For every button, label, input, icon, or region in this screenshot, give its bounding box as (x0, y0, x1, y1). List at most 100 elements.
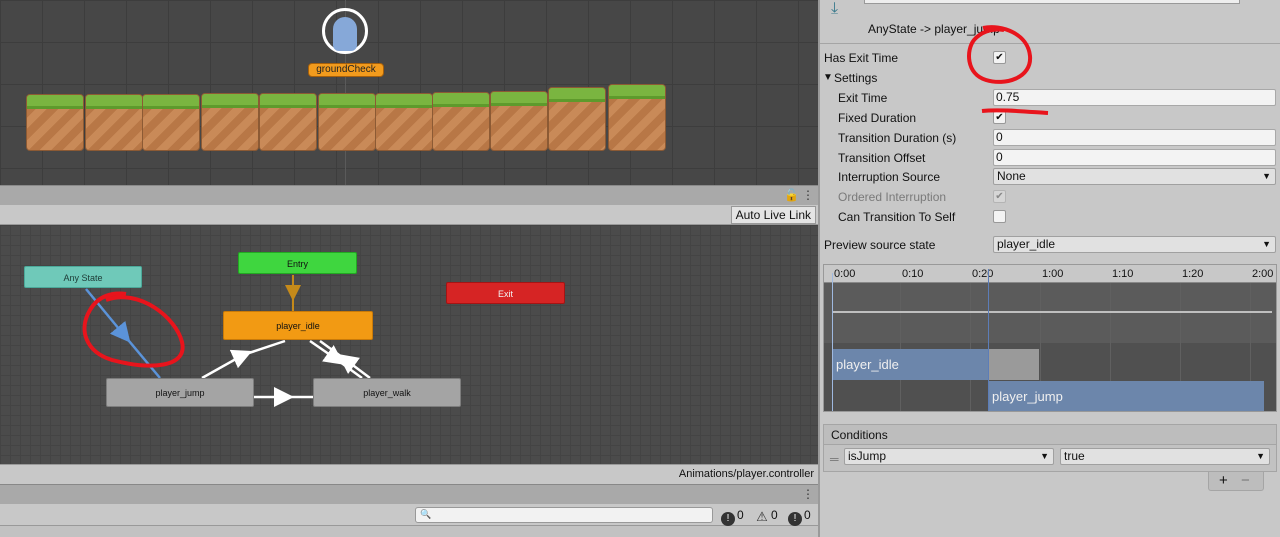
ground-tile[interactable] (548, 87, 606, 151)
dropdown-arrow-icon: ▼ (1256, 451, 1265, 461)
dropdown-arrow-icon: ▼ (1040, 451, 1049, 461)
ground-tile[interactable] (432, 92, 490, 151)
preview-source-state-dropdown[interactable]: player_idle ▼ (993, 236, 1276, 253)
ground-tile[interactable] (608, 84, 666, 151)
tick-label: 1:20 (1182, 268, 1204, 280)
timeline-gridline (900, 283, 901, 411)
auto-live-link-button[interactable]: Auto Live Link (730, 206, 816, 224)
transition-name-field[interactable] (864, 0, 1240, 4)
warning-icon: ⚠ (756, 509, 768, 524)
info-count-toggle[interactable]: ! 0 (788, 506, 811, 526)
transition-duration-input[interactable]: 0 (993, 129, 1276, 146)
tile-grass (202, 94, 258, 108)
transition-offset-label: Transition Offset (838, 151, 926, 165)
inspector-panel: ⤓ AnyState -> player_jump Has Exit Time … (820, 0, 1280, 537)
jump-to-idle-transition[interactable] (201, 339, 286, 380)
ground-tile[interactable] (201, 93, 259, 151)
transition-offset-row: Transition Offset 0 (820, 148, 1280, 168)
lock-icon[interactable]: 🔓 (784, 188, 799, 202)
exit-time-input[interactable]: 0.75 (993, 89, 1276, 106)
state-entry[interactable]: Entry (238, 252, 357, 274)
animator-graph[interactable]: Any State Entry Exit player_idle player_… (0, 225, 818, 464)
transition-timeline[interactable]: 0:00 0:10 0:20 1:00 1:10 1:20 2:00 playe… (823, 264, 1277, 412)
transition-icon: ⤓ (831, 0, 839, 17)
state-player-jump[interactable]: player_jump (106, 378, 254, 407)
destination-clip[interactable]: player_jump (988, 381, 1264, 411)
tile-grass (319, 94, 375, 108)
fixed-duration-row: Fixed Duration ✔ (820, 108, 1280, 128)
has-exit-time-row: Has Exit Time ✔ (820, 48, 1280, 68)
info-count: 0 (804, 508, 811, 522)
interruption-source-dropdown[interactable]: None ▼ (993, 168, 1276, 185)
walk-to-idle-transition[interactable] (319, 339, 371, 379)
more-menu-icon[interactable]: ⋮ (802, 188, 814, 202)
source-clip[interactable]: player_idle (832, 349, 988, 380)
animator-footer: Animations/player.controller (0, 464, 818, 484)
transition-offset-input[interactable]: 0 (993, 149, 1276, 166)
settings-foldout[interactable]: ▼ Settings (820, 68, 1280, 88)
conditions-add-remove: + − (1208, 472, 1264, 491)
has-exit-time-checkbox[interactable]: ✔ (993, 51, 1006, 64)
drag-handle-icon[interactable]: ═ (830, 452, 839, 466)
tile-grass (143, 95, 199, 109)
preview-source-state-value: player_idle (997, 237, 1056, 251)
transition-overlap[interactable] (988, 349, 1039, 380)
tile-grass (609, 85, 665, 99)
fixed-duration-checkbox[interactable]: ✔ (993, 111, 1006, 124)
has-exit-time-label: Has Exit Time (824, 51, 899, 65)
console-log-area[interactable] (0, 526, 818, 537)
exit-time-marker[interactable] (988, 269, 989, 411)
transition-duration-label: Transition Duration (s) (838, 131, 957, 145)
state-exit[interactable]: Exit (446, 282, 565, 304)
timeline-ruler[interactable]: 0:00 0:10 0:20 1:00 1:10 1:20 2:00 (824, 265, 1276, 283)
tile-grass (260, 94, 316, 108)
tick-label: 2:00 (1252, 268, 1274, 280)
tick-label: 0:00 (834, 268, 856, 280)
ordered-interruption-checkbox: ✔ (993, 190, 1006, 203)
interruption-source-label: Interruption Source (838, 170, 941, 184)
state-any-state[interactable]: Any State (24, 266, 142, 288)
more-menu-icon[interactable]: ⋮ (802, 487, 814, 501)
tile-grass (376, 94, 432, 108)
exit-time-row: Exit Time 0.75 (820, 88, 1280, 108)
condition-parameter-value: isJump (848, 449, 887, 463)
playhead[interactable] (832, 273, 833, 411)
scene-view[interactable]: groundCheck (0, 0, 818, 185)
anystate-to-jump-transition[interactable] (85, 288, 161, 379)
warning-count-toggle[interactable]: ⚠ 0 (755, 506, 778, 524)
can-transition-to-self-label: Can Transition To Self (838, 210, 956, 224)
preview-source-state-row: Preview source state player_idle ▼ (820, 235, 1280, 255)
transition-title: AnyState -> player_jump (868, 22, 1000, 36)
condition-parameter-dropdown[interactable]: isJump ▼ (844, 448, 1054, 465)
ground-tile[interactable] (26, 94, 84, 151)
ground-tile[interactable] (375, 93, 433, 151)
condition-value: true (1064, 449, 1085, 463)
condition-value-dropdown[interactable]: true ▼ (1060, 448, 1270, 465)
ground-tile[interactable] (318, 93, 376, 151)
fixed-duration-label: Fixed Duration (838, 111, 917, 125)
search-icon: 🔍 (420, 509, 432, 519)
inspector-header: ⤓ AnyState -> player_jump (820, 0, 1280, 44)
ground-tile[interactable] (142, 94, 200, 151)
ground-check-label: groundCheck (308, 63, 384, 77)
tile-grass (27, 95, 83, 109)
weight-curve (832, 311, 1272, 313)
unity-editor: groundCheck 🔓 ⋮ Auto Live Link Any State… (0, 0, 1280, 537)
conditions-header: Conditions (824, 425, 1276, 445)
ground-tile[interactable] (259, 93, 317, 151)
ordered-interruption-row: Ordered Interruption ✔ (820, 187, 1280, 207)
ground-tile[interactable] (85, 94, 143, 151)
can-transition-to-self-checkbox[interactable] (993, 210, 1006, 223)
preview-source-state-label: Preview source state (824, 238, 936, 252)
state-player-walk[interactable]: player_walk (313, 378, 461, 407)
ground-tile[interactable] (490, 91, 548, 151)
console-search-input[interactable]: 🔍 (415, 507, 713, 523)
add-condition-button[interactable]: + (1219, 472, 1228, 489)
player-object[interactable] (322, 8, 368, 54)
animator-toolbar: Auto Live Link (0, 205, 818, 225)
remove-condition-button[interactable]: − (1241, 472, 1250, 489)
state-player-idle[interactable]: player_idle (223, 311, 373, 340)
idle-to-walk-transition[interactable] (309, 339, 363, 380)
error-count-toggle[interactable]: ! 0 (721, 506, 744, 526)
dropdown-arrow-icon: ▼ (1262, 239, 1271, 249)
